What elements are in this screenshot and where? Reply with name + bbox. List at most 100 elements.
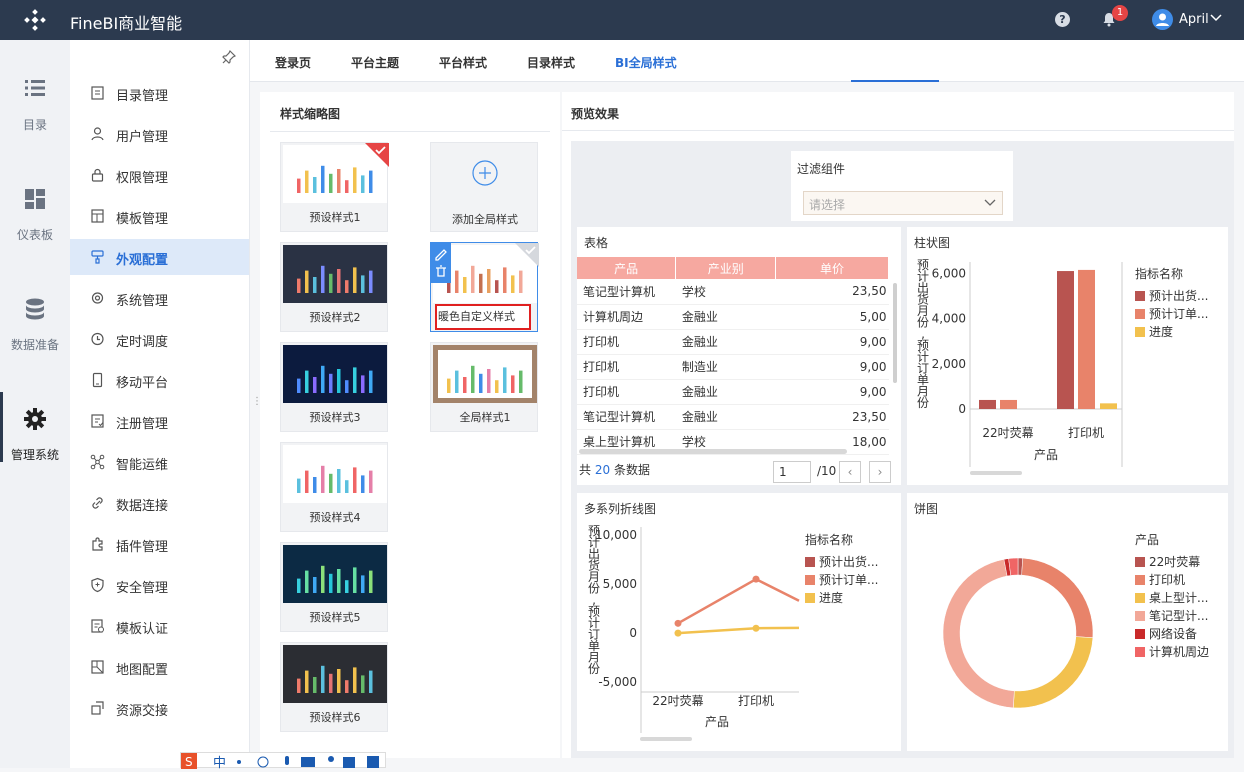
y-tick-label: 2,000	[932, 357, 966, 371]
table-row[interactable]: 打印机 金融业 9,00	[577, 379, 889, 405]
style-thumbnail[interactable]: 全局样式1	[430, 342, 538, 432]
map-icon	[91, 660, 104, 674]
sidebar-item-template[interactable]: 模板管理	[70, 198, 249, 234]
edit-delete-tools[interactable]	[431, 243, 451, 283]
legend-title: 指标名称	[1135, 266, 1183, 281]
bar	[979, 399, 996, 409]
help-icon[interactable]: ?	[1055, 12, 1070, 27]
style-thumbnail[interactable]: 预设样式1	[280, 142, 389, 232]
table-row[interactable]: 打印机 金融业 9,00	[577, 329, 889, 355]
legend-swatch	[1135, 575, 1145, 585]
sidebar-item-certify[interactable]: 模板认证	[70, 608, 249, 644]
sidebar-item-label: 安全管理	[116, 581, 169, 596]
legend-label: 预计订单...	[819, 573, 878, 587]
thumbnail-caption: 预设样式6	[309, 711, 361, 724]
table-cell: 9,00	[775, 329, 889, 355]
sidebar-item-label: 权限管理	[116, 171, 169, 186]
style-thumbnail[interactable]: 预设样式3	[280, 342, 388, 432]
ime-toolbar[interactable]: S中	[180, 752, 386, 771]
x-tick-label: 22吋荧幕	[982, 426, 1033, 440]
legend-swatch	[1135, 327, 1145, 337]
series-line	[677, 577, 800, 625]
pin-icon[interactable]	[222, 50, 236, 64]
certify-icon	[91, 619, 104, 633]
appearance-tabs: 登录页 平台主题 平台样式 目录样式 BI全局样式	[250, 40, 1244, 82]
table-cell: 23,50	[775, 279, 889, 305]
user-name[interactable]: April	[1179, 12, 1209, 27]
column-header[interactable]: 产品	[577, 257, 677, 279]
sidebar-item-label: 数据连接	[116, 499, 169, 514]
transfer-icon	[91, 701, 104, 715]
mobile-icon	[92, 372, 103, 388]
vertical-scrollbar[interactable]	[893, 283, 897, 383]
style-thumbnail[interactable]: 预设样式6	[280, 642, 388, 732]
gear-icon	[24, 408, 46, 430]
legend-label: 预计出货...	[819, 554, 878, 569]
data-point	[674, 629, 682, 637]
legend-label: 桌上型计...	[1149, 591, 1208, 605]
bar-chart: 02,0004,0006,000预计出货月份,预计订单月份22吋荧幕 打印机产品指…	[917, 258, 1208, 475]
sidebar-item-lock[interactable]: 权限管理	[70, 157, 249, 193]
svg-text:中: 中	[213, 756, 226, 769]
sidebar-item-map[interactable]: 地图配置	[70, 649, 249, 685]
legend-swatch	[1135, 291, 1145, 301]
lock-icon	[91, 168, 104, 182]
thumbnail-preview	[283, 645, 387, 703]
sidebar-item-brush[interactable]: 外观配置	[70, 239, 249, 275]
brush-icon	[91, 250, 104, 264]
tab-login-page[interactable]: 登录页	[275, 54, 311, 71]
add-global-style-button[interactable]: 添加全局样式	[430, 142, 538, 232]
tab-catalog-style[interactable]: 目录样式	[527, 54, 575, 71]
sidebar-item-shield[interactable]: 安全管理	[70, 567, 249, 603]
sidebar-item-label: 资源交接	[116, 704, 169, 719]
page-total: /10	[817, 464, 837, 478]
sidebar-item-user[interactable]: 用户管理	[70, 116, 249, 152]
column-header[interactable]: 单价	[775, 257, 889, 279]
sidebar-item-register[interactable]: 注册管理	[70, 403, 249, 439]
filter-title: 过滤组件	[797, 162, 846, 176]
sidebar-item-link[interactable]: 数据连接	[70, 485, 249, 521]
page-input[interactable]: 1	[773, 461, 811, 483]
rail-item-admin[interactable]: 管理系统	[0, 392, 70, 488]
table-cell: 9,00	[775, 379, 889, 405]
thumbnail-caption: 预设样式1	[309, 211, 361, 224]
sidebar-item-label: 目录管理	[116, 89, 169, 104]
rail-label: 目录	[22, 118, 47, 132]
sidebar-item-ops[interactable]: 智能运维	[70, 444, 249, 480]
chevron-down-icon[interactable]	[1210, 14, 1222, 22]
tab-platform-theme[interactable]: 平台主题	[351, 54, 399, 71]
style-thumbnail[interactable]: 预设样式2	[280, 242, 388, 332]
sidebar-item-clock[interactable]: 定时调度	[70, 321, 249, 357]
link-icon	[92, 497, 103, 509]
sidebar-item-mobile[interactable]: 移动平台	[70, 362, 249, 398]
avatar[interactable]	[1152, 9, 1173, 30]
style-thumbnail[interactable]: 预设样式5	[280, 542, 388, 632]
column-header[interactable]: 产业别	[675, 257, 777, 279]
thumbnail-preview	[433, 345, 537, 403]
divider	[270, 131, 550, 132]
style-thumbnail[interactable]: 预设样式4	[280, 442, 388, 532]
horizontal-scrollbar[interactable]	[579, 449, 847, 454]
register-icon	[91, 414, 104, 428]
sidebar-item-transfer[interactable]: 资源交接	[70, 690, 249, 726]
rail-item-data-prep[interactable]: 数据准备	[0, 298, 70, 378]
sidebar-item-label: 模板管理	[116, 212, 169, 227]
style-name-input[interactable]: 暖色自定义样式	[435, 304, 531, 330]
sidebar-item-catalog[interactable]: 目录管理	[70, 75, 249, 111]
rail-item-dashboard[interactable]: 仪表板	[0, 188, 70, 268]
table-cell: 金融业	[675, 404, 776, 430]
tab-platform-style[interactable]: 平台样式	[439, 54, 487, 71]
rail-item-catalog[interactable]: 目录	[0, 78, 70, 158]
tab-bi-global-style[interactable]: BI全局样式	[615, 54, 677, 71]
filter-select[interactable]: 请选择	[803, 191, 1003, 215]
next-page-button[interactable]: ›	[869, 461, 891, 483]
sidebar-item-gear[interactable]: 系统管理	[70, 280, 249, 316]
style-thumbnail[interactable]: 暖色自定义样式	[430, 242, 539, 332]
table-row[interactable]: 笔记型计算机 金融业 23,50	[577, 404, 889, 430]
table-row[interactable]: 打印机 制造业 9,00	[577, 354, 889, 380]
legend-swatch	[1135, 647, 1145, 657]
sidebar-item-plugin[interactable]: 插件管理	[70, 526, 249, 562]
table-row[interactable]: 计算机周边 金融业 5,00	[577, 304, 889, 330]
prev-page-button[interactable]: ‹	[839, 461, 861, 483]
table-row[interactable]: 笔记型计算机 学校 23,50	[577, 279, 889, 305]
